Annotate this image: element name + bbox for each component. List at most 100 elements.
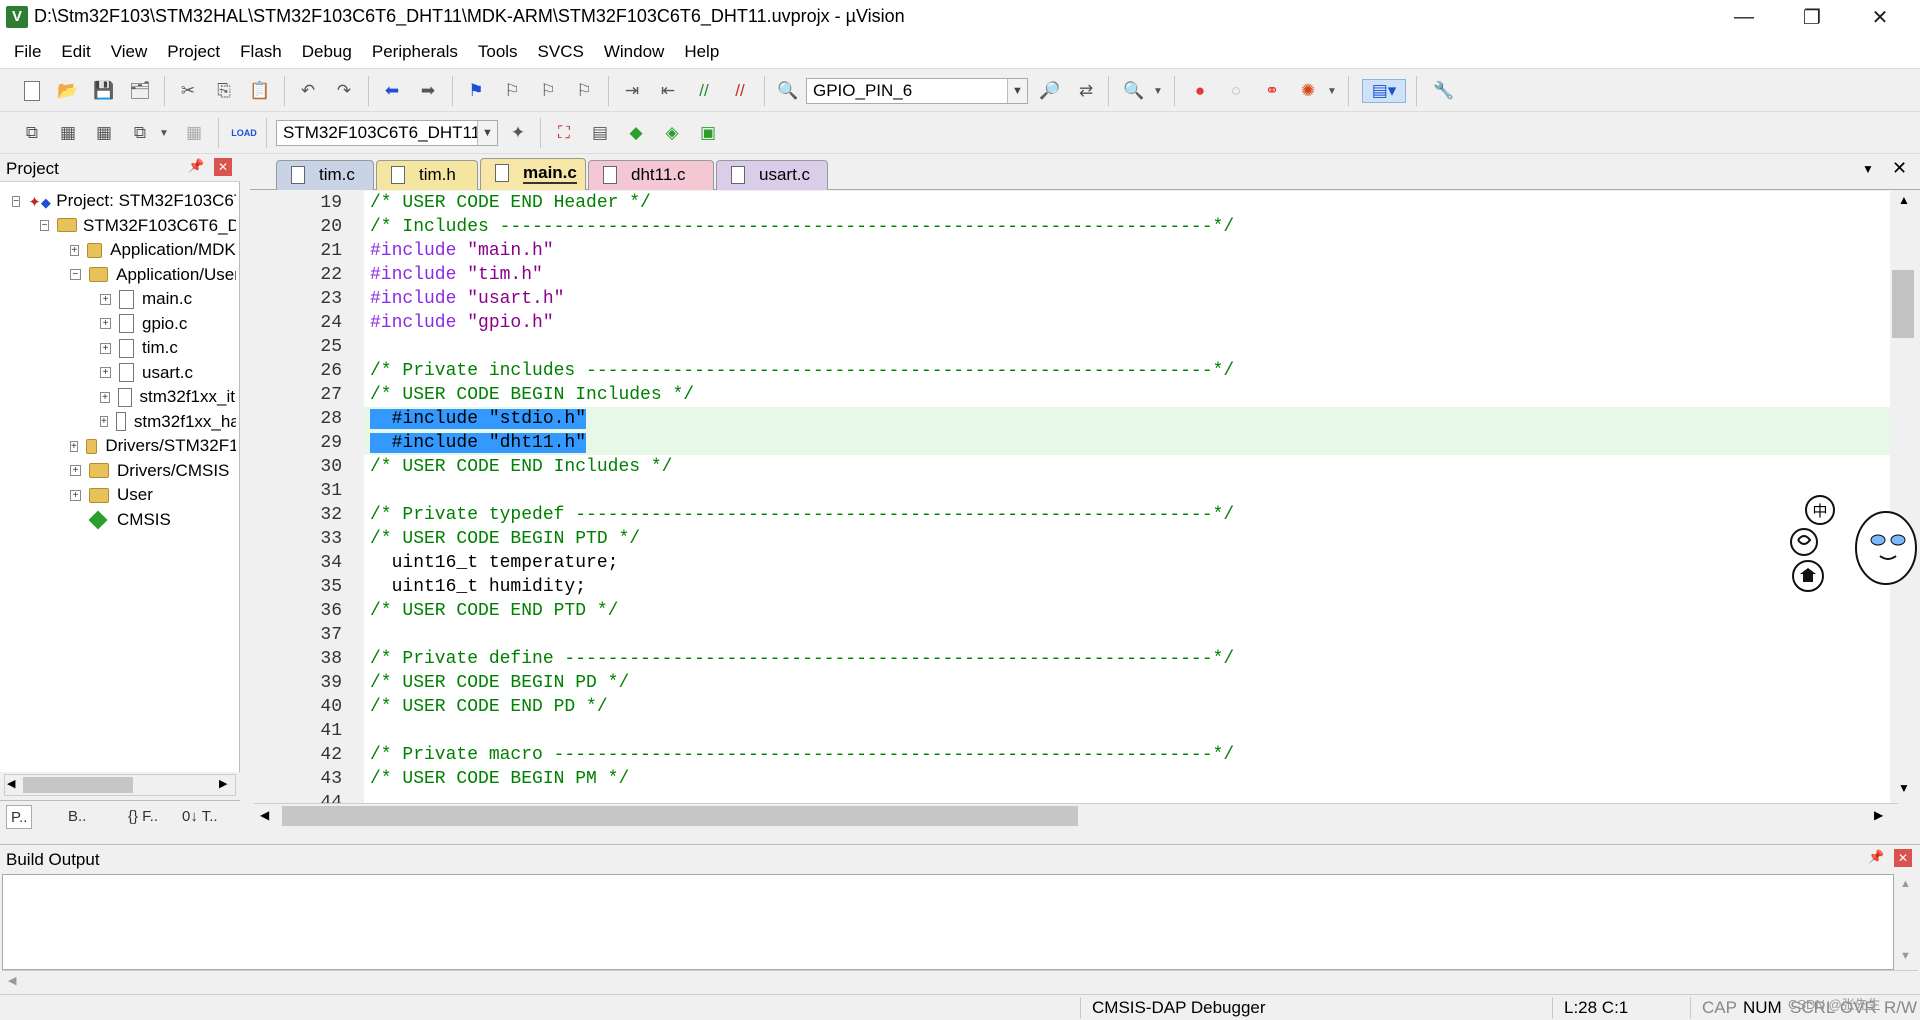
menu-edit[interactable]: Edit xyxy=(51,35,100,69)
redo-icon[interactable]: ↷ xyxy=(332,79,356,103)
copy-icon[interactable]: ⎘ xyxy=(212,79,236,103)
target-select[interactable]: STM32F103C6T6_DHT11 ▼ xyxy=(276,120,498,146)
save-icon[interactable]: 💾 xyxy=(92,79,116,103)
code-line[interactable]: 35 uint16_t humidity; xyxy=(254,575,1898,599)
tree-item[interactable]: CMSIS xyxy=(70,507,236,533)
menu-project[interactable]: Project xyxy=(157,35,230,69)
code-line[interactable]: 38 /* Private define --------------------… xyxy=(254,647,1898,671)
expand-icon[interactable]: + xyxy=(70,489,81,501)
menu-help[interactable]: Help xyxy=(674,35,729,69)
rebuild-icon[interactable]: ▦ xyxy=(92,121,116,145)
tab-tim-c[interactable]: tim.c xyxy=(276,160,374,190)
code-line[interactable]: 43 /* USER CODE BEGIN PM */ xyxy=(254,767,1898,791)
restore-button[interactable]: ❐ xyxy=(1780,0,1844,35)
tree-item[interactable]: + usart.c xyxy=(100,360,236,386)
start-debug-icon[interactable]: 🔍 xyxy=(1122,79,1146,103)
expand-icon[interactable]: + xyxy=(70,465,81,476)
chevron-down-icon[interactable]: ▼ xyxy=(1320,79,1344,103)
scroll-up-icon[interactable]: ▲ xyxy=(1900,878,1911,890)
scroll-right-icon[interactable]: ▶ xyxy=(219,777,227,790)
expand-icon[interactable]: + xyxy=(100,342,111,354)
close-window-button[interactable]: ✕ xyxy=(1848,0,1912,35)
code-line[interactable]: 26 /* Private includes ------------------… xyxy=(254,359,1898,383)
tree-item[interactable]: −✦◆ Project: STM32F103C6T6_DHT11 xyxy=(12,188,236,214)
code-line[interactable]: 42 /* Private macro ---------------------… xyxy=(254,743,1898,767)
code-line[interactable]: 30 /* USER CODE END Includes */ xyxy=(254,455,1898,479)
prev-bookmark-icon[interactable]: ⚐ xyxy=(500,79,524,103)
code-line[interactable]: 37 xyxy=(254,623,1898,647)
close-tab-icon[interactable]: ✕ xyxy=(1892,158,1907,179)
code-line[interactable]: 20 /* Includes --------------------------… xyxy=(254,215,1898,239)
tab-dht11-c[interactable]: dht11.c xyxy=(588,160,714,190)
expand-icon[interactable]: + xyxy=(70,440,78,452)
code-line[interactable]: 40 /* USER CODE END PD */ xyxy=(254,695,1898,719)
code-line[interactable]: 27 /* USER CODE BEGIN Includes */ xyxy=(254,383,1898,407)
comment-icon[interactable]: // xyxy=(692,79,716,103)
menu-file[interactable]: File xyxy=(4,35,51,69)
uncomment-icon[interactable]: // xyxy=(728,79,752,103)
incremental-find-icon[interactable]: ⇄ xyxy=(1074,79,1098,103)
code-line[interactable]: 31 xyxy=(254,479,1898,503)
functions-tab[interactable]: {} F.. xyxy=(124,805,162,829)
scroll-left-icon[interactable]: ◀ xyxy=(8,974,16,987)
menu-svcs[interactable]: SVCS xyxy=(528,35,594,69)
download-load-icon[interactable]: LOAD xyxy=(231,121,257,145)
next-bookmark-icon[interactable]: ⚐ xyxy=(536,79,560,103)
new-file-icon[interactable] xyxy=(20,79,44,103)
editor-horizontal-scroll-thumb[interactable] xyxy=(282,806,1078,826)
code-editor[interactable]: 19 /* USER CODE END Header */ 20 /* Include… xyxy=(254,191,1898,803)
close-icon[interactable]: ✕ xyxy=(214,158,232,176)
close-icon[interactable]: ✕ xyxy=(1894,849,1912,867)
file-extensions-icon[interactable]: ⛶ xyxy=(552,121,576,145)
menu-debug[interactable]: Debug xyxy=(292,35,362,69)
navigate-back-icon[interactable]: ⬅ xyxy=(380,79,404,103)
chevron-down-icon[interactable]: ▼ xyxy=(477,121,497,145)
expand-icon[interactable]: + xyxy=(100,318,111,329)
navigate-forward-icon[interactable]: ➡ xyxy=(416,79,440,103)
translate-icon[interactable]: ⧉ xyxy=(20,121,44,145)
open-file-icon[interactable]: 📂 xyxy=(56,79,80,103)
minimize-button[interactable]: — xyxy=(1712,0,1776,35)
collapse-icon[interactable]: − xyxy=(40,220,49,231)
menu-flash[interactable]: Flash xyxy=(230,35,292,69)
code-line[interactable]: 25 xyxy=(254,335,1898,359)
scroll-down-icon[interactable]: ▼ xyxy=(1898,781,1910,795)
build-output-text[interactable] xyxy=(2,874,1894,970)
code-line[interactable]: 34 uint16_t temperature; xyxy=(254,551,1898,575)
tree-horizontal-scrollbar[interactable]: ◀ ▶ xyxy=(4,774,236,796)
code-line[interactable]: 32 /* Private typedef -------------------… xyxy=(254,503,1898,527)
tree-scroll-thumb[interactable] xyxy=(23,777,133,793)
scroll-left-icon[interactable]: ◀ xyxy=(7,777,15,790)
tree-item[interactable]: + stm32f1xx_hal_msp.c xyxy=(100,409,236,435)
tree-item[interactable]: + Drivers/STM32F1xx_HAL_Driver xyxy=(70,433,236,459)
tree-item[interactable]: + tim.c xyxy=(100,335,236,361)
menu-view[interactable]: View xyxy=(101,35,158,69)
collapse-icon[interactable]: − xyxy=(12,195,21,207)
scroll-left-icon[interactable]: ◀ xyxy=(260,808,269,822)
tab-main-c[interactable]: main.c xyxy=(480,158,586,190)
manage-packs-icon[interactable]: ▤ xyxy=(588,121,612,145)
undo-icon[interactable]: ↶ xyxy=(296,79,320,103)
editor-vertical-scroll-thumb[interactable] xyxy=(1892,270,1914,338)
code-line[interactable]: 41 xyxy=(254,719,1898,743)
collapse-icon[interactable]: − xyxy=(70,269,81,280)
target-options-icon[interactable]: ✦ xyxy=(506,121,530,145)
expand-icon[interactable]: + xyxy=(100,416,108,427)
tree-item[interactable]: + Application/MDK-ARM xyxy=(70,237,236,263)
expand-icon[interactable]: + xyxy=(70,244,79,256)
code-line[interactable]: 23 #include "usart.h" xyxy=(254,287,1898,311)
tree-item[interactable]: + User xyxy=(70,482,236,508)
menu-tools[interactable]: Tools xyxy=(468,35,528,69)
disable-breakpoint-icon[interactable]: ○ xyxy=(1224,79,1248,103)
pack-installer-icon[interactable]: ▣ xyxy=(696,121,720,145)
code-line[interactable]: 33 /* USER CODE BEGIN PTD */ xyxy=(254,527,1898,551)
tree-item[interactable]: + main.c xyxy=(100,286,236,312)
menu-peripherals[interactable]: Peripherals xyxy=(362,35,468,69)
tree-item[interactable]: + Drivers/CMSIS xyxy=(70,458,236,484)
scroll-down-icon[interactable]: ▼ xyxy=(1900,950,1911,962)
tab-list-chevron-icon[interactable]: ▼ xyxy=(1862,162,1874,176)
scroll-right-icon[interactable]: ▶ xyxy=(1874,808,1883,822)
chevron-down-icon[interactable]: ▼ xyxy=(152,121,176,145)
code-line[interactable]: 36 /* USER CODE END PTD */ xyxy=(254,599,1898,623)
build-output-horizontal-scrollbar[interactable]: ◀ xyxy=(2,970,1918,992)
